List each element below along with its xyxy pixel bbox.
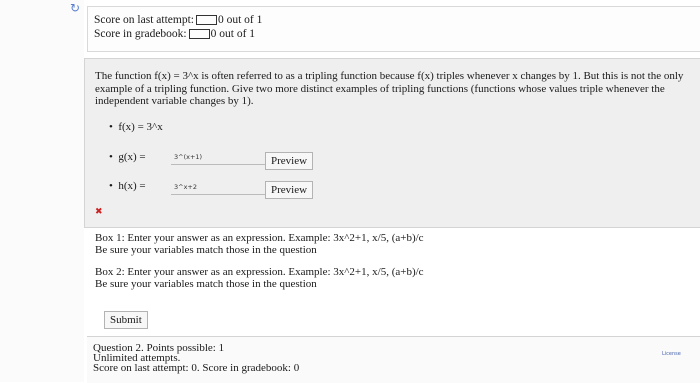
score-gradebook: Score in gradebook: 0 out of 1 [94,28,256,40]
f-function-item: • f(x) = 3^x [109,121,163,133]
left-margin [0,0,84,382]
preview-button-g[interactable]: Preview [265,152,314,170]
score-last-attempt: Score on last attempt: 0 out of 1 [94,14,263,26]
reload-icon[interactable]: ↻ [70,2,82,14]
submit-button[interactable]: Submit [104,311,148,329]
score-box [188,29,210,40]
question-1: The function f(x) = 3^x is often referre… [84,58,700,228]
score-summary: Score on last attempt: 0 out of 1 Score i… [87,6,700,52]
preview-button-h[interactable]: Preview [265,181,314,199]
question-statement: The function f(x) = 3^x is often referre… [95,70,684,107]
h-answer-input[interactable]: 3^x+2 [171,180,279,195]
box1-help: Box 1: Enter your answer as an expressio… [95,232,424,256]
box2-help: Box 2: Enter your answer as an expressio… [95,266,424,290]
g-answer-input[interactable]: 3^(x+1) [171,150,279,165]
h-function-label: • h(x) = [109,180,146,192]
score-box [195,15,217,26]
incorrect-icon: ✖ [95,207,103,217]
question-2-summary: Question 2. Points possible: 1 Unlimited… [87,336,700,383]
g-function-label: • g(x) = [109,151,146,163]
license-link[interactable]: License [662,351,681,357]
